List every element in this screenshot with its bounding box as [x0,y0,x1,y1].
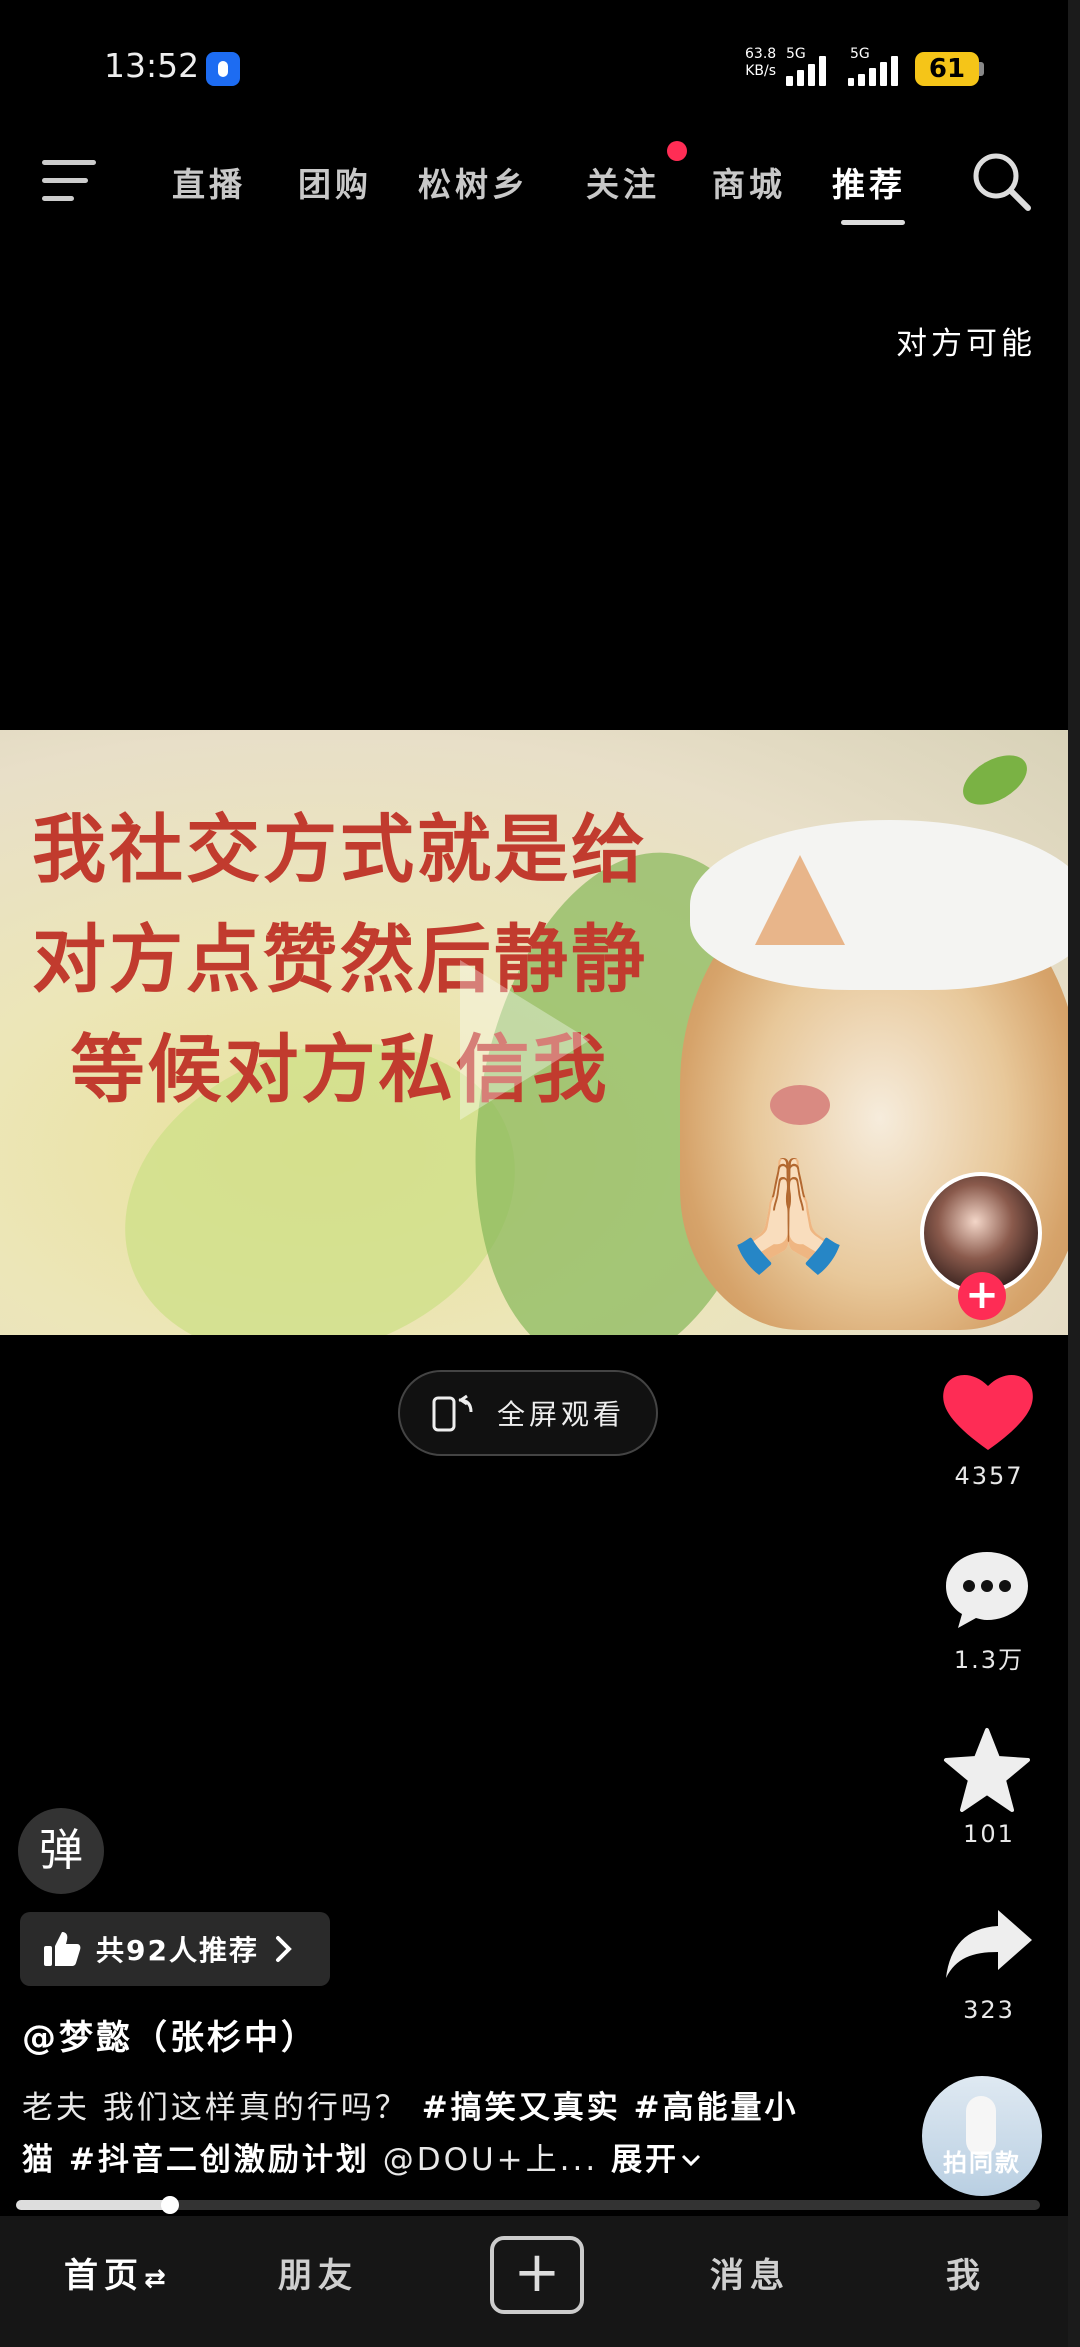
fullscreen-button[interactable]: 全屏观看 [398,1370,658,1456]
video-frame[interactable]: 我社交方式就是给 对方点赞然后静静 等候对方私信我 🙏🏻 [0,730,1068,1335]
like-heart-icon[interactable] [940,1368,1036,1454]
cat-nose [770,1085,830,1125]
mention-link[interactable]: @DOU+上... [383,2142,599,2178]
like-count: 4357 [954,1462,1024,1490]
network-speed: 63.8 KB/s [745,46,776,80]
tab-mall[interactable]: 商城 [712,158,786,206]
following-notification-dot [667,141,687,161]
tab-home[interactable]: 首页⇄ [64,2248,172,2297]
comment-icon[interactable] [942,1548,1032,1632]
create-post-button[interactable]: + [490,2236,584,2314]
tab-group-buy[interactable]: 团购 [298,158,372,206]
favorite-star-icon[interactable] [942,1726,1032,1812]
danmu-comment: 对方可能 [896,326,1036,362]
hashtag[interactable]: #搞笑又真实 [422,2090,621,2126]
cat-ear [755,855,845,945]
refresh-swap-icon: ⇄ [144,2264,172,2294]
tab-home-label: 首页 [64,2256,144,2296]
tab-recommend[interactable]: 推荐 [832,158,906,206]
author-name[interactable]: @梦懿（张杉中） [22,2010,318,2059]
follow-plus-button[interactable]: + [958,1272,1006,1320]
favorite-count: 101 [963,1820,1015,1848]
network-speed-unit: KB/s [745,63,776,79]
tab-live[interactable]: 直播 [172,158,246,206]
playback-progress-handle[interactable] [161,2196,179,2214]
signal-strength-1-icon [786,52,836,86]
recommend-label: 共92人推荐 [96,1934,259,1967]
same-style-label: 拍同款 [943,2149,1021,2177]
video-description: 老夫 我们这样真的行吗？ #搞笑又真实 #高能量小猫 #抖音二创激励计划 @DO… [22,2082,822,2186]
comment-count: 1.3万 [953,1646,1025,1674]
chevron-down-icon [682,2154,701,2167]
danmu-toggle-button[interactable]: 弹 [18,1808,104,1894]
expand-label: 展开 [611,2142,680,2178]
rotate-screen-icon [432,1394,473,1432]
expand-button[interactable]: 展开 [611,2142,703,2178]
description-text: 老夫 我们这样真的行吗？ [22,2090,409,2126]
play-icon[interactable] [460,960,590,1120]
tab-friends[interactable]: 朋友 [278,2248,358,2297]
active-tab-indicator [841,220,905,225]
status-time: 13:52 [104,46,200,85]
cat-towel [690,820,1068,990]
same-style-button[interactable]: 拍同款 [922,2076,1042,2196]
pray-emoji: 🙏🏻 [720,1150,857,1278]
tab-me[interactable]: 我 [946,2248,986,2297]
fullscreen-label: 全屏观看 [496,1398,625,1431]
search-icon[interactable] [970,150,1032,212]
chevron-right-icon [275,1936,292,1962]
network-speed-value: 63.8 [745,46,777,62]
battery-icon [979,62,984,76]
menu-icon[interactable] [42,158,102,204]
playback-progress-fill [16,2200,170,2210]
thumbs-up-icon [44,1932,81,1966]
share-arrow-icon[interactable] [942,1906,1034,1982]
hashtag[interactable]: #抖音二创激励计划 [69,2142,370,2178]
background-leaf [954,745,1036,815]
notification-app-icon [206,52,240,86]
tab-local[interactable]: 松树乡 [418,158,529,206]
recommend-pill[interactable]: 共92人推荐 [20,1912,330,1986]
share-count: 323 [963,1996,1015,2024]
battery-level: 61 [915,52,979,86]
signal-strength-2-icon [848,52,908,86]
video-caption-line: 我社交方式就是给 [32,807,648,893]
screen-edge [1068,0,1080,2347]
tab-messages[interactable]: 消息 [710,2248,790,2297]
tab-following[interactable]: 关注 [586,158,660,206]
